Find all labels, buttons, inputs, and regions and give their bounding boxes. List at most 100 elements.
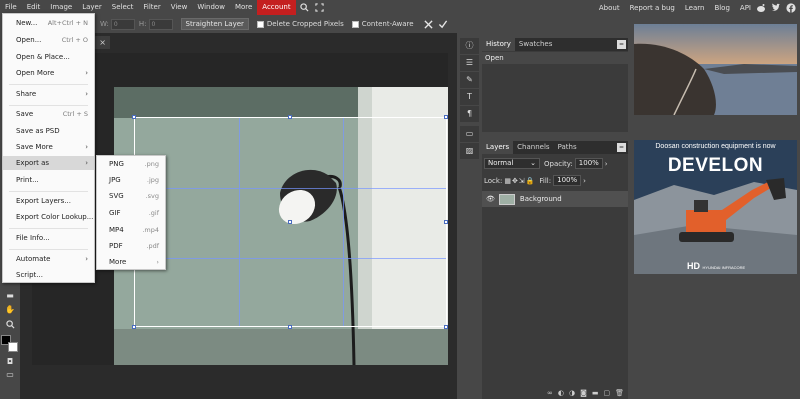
link-icon[interactable]: ∞ (547, 389, 553, 397)
menu-print[interactable]: Print... (3, 173, 94, 187)
collapse-panel-icon[interactable]: = (617, 40, 626, 49)
export-svg[interactable]: SVG .svg (97, 188, 165, 204)
crop-handle-bl[interactable] (132, 325, 136, 329)
straighten-layer-button[interactable]: Straighten Layer (180, 18, 249, 30)
menu-window[interactable]: Window (192, 0, 230, 15)
folder-icon[interactable]: ▬ (592, 389, 599, 397)
menu-more[interactable]: More (230, 0, 257, 15)
menu-export-as[interactable]: Export as › (3, 156, 94, 170)
api-link[interactable]: API (735, 4, 756, 12)
crop-handle-tl[interactable] (132, 115, 136, 119)
crop-handle-r[interactable] (444, 220, 448, 224)
image-icon[interactable]: ▨ (460, 143, 479, 159)
menu-share[interactable]: Share › (3, 87, 94, 101)
paragraph-icon[interactable]: ¶ (460, 106, 479, 122)
history-panel: History Swatches = Open (482, 38, 628, 132)
menu-open-more[interactable]: Open More › (3, 66, 94, 80)
cancel-crop-icon[interactable] (423, 19, 433, 29)
menu-account[interactable]: Account (257, 0, 296, 15)
learn-link[interactable]: Learn (680, 4, 710, 12)
menu-new[interactable]: New... Alt+Ctrl + N (3, 16, 94, 30)
content-aware-checkbox[interactable]: Content-Aware (351, 20, 414, 28)
hand-tool-icon[interactable]: ✋ (5, 305, 15, 315)
search-icon[interactable] (299, 3, 309, 12)
opacity-arrow-icon[interactable]: › (605, 160, 608, 168)
character-icon[interactable]: T (460, 89, 479, 105)
export-more[interactable]: More › (97, 254, 165, 270)
ad-banner-landscape[interactable] (634, 24, 797, 115)
menu-open-place[interactable]: Open & Place... (3, 50, 94, 64)
menu-filter[interactable]: Filter (138, 0, 165, 15)
quick-mask-icon[interactable]: ◘ (5, 357, 15, 367)
crop-handle-br[interactable] (444, 325, 448, 329)
twitter-icon[interactable] (771, 3, 781, 13)
fill-arrow-icon[interactable]: › (583, 177, 586, 185)
export-pdf[interactable]: PDF .pdf (97, 238, 165, 254)
trash-icon[interactable]: 🗑 (615, 389, 624, 397)
menu-export-color-lookup[interactable]: Export Color Lookup... (3, 210, 94, 224)
menu-select[interactable]: Select (107, 0, 139, 15)
export-mp4[interactable]: MP4 .mp4 (97, 222, 165, 238)
width-input[interactable]: 0 (110, 18, 135, 30)
menu-view[interactable]: View (166, 0, 193, 15)
collapse-panel-icon[interactable]: = (617, 143, 626, 152)
menu-file-info[interactable]: File Info... (3, 231, 94, 245)
tab-channels[interactable]: Channels (513, 141, 553, 154)
layer-row-background[interactable]: 👁 Background (482, 191, 628, 207)
grid-line-h1 (135, 188, 446, 189)
zoom-tool-icon[interactable] (5, 320, 15, 330)
menu-open-shortcut: Ctrl + O (61, 36, 88, 44)
brush-icon[interactable]: ✎ (460, 72, 479, 88)
crop-handle-b[interactable] (288, 325, 292, 329)
history-item-open[interactable]: Open (482, 52, 628, 64)
info-icon[interactable]: ⓘ (460, 38, 479, 54)
eye-icon[interactable]: 👁 (486, 195, 495, 203)
content-aware-box[interactable] (351, 20, 359, 28)
menu-open[interactable]: Open... Ctrl + O (3, 33, 94, 47)
report-bug-link[interactable]: Report a bug (625, 4, 680, 12)
crop-handle-c[interactable] (288, 220, 292, 224)
tab-paths[interactable]: Paths (554, 141, 581, 154)
lock-options-icon[interactable]: ▦✥⇲🔒 (504, 177, 535, 185)
export-png[interactable]: PNG .png (97, 156, 165, 172)
background-color-swatch[interactable] (8, 342, 18, 352)
commit-crop-icon[interactable] (438, 20, 448, 29)
ad-banner-develon[interactable]: Doosan construction equipment is now DEV… (634, 140, 797, 274)
menu-save-psd[interactable]: Save as PSD (3, 124, 94, 138)
menu-automate[interactable]: Automate › (3, 252, 94, 266)
tab-layers[interactable]: Layers (482, 141, 514, 154)
close-document-icon[interactable]: × (99, 36, 106, 49)
screen-mode-icon[interactable]: ▭ (5, 370, 15, 380)
fullscreen-icon[interactable] (314, 3, 324, 12)
fill-input[interactable]: 100% (553, 175, 582, 186)
eraser-tool-icon[interactable]: ▬ (5, 291, 15, 301)
facebook-icon[interactable] (786, 2, 796, 13)
blog-link[interactable]: Blog (709, 4, 734, 12)
new-layer-icon[interactable]: ▢ (603, 389, 610, 397)
adjust-icon[interactable]: ☰ (460, 55, 479, 71)
menu-save-more[interactable]: Save More › (3, 140, 94, 154)
delete-cropped-checkbox[interactable]: Delete Cropped Pixels (256, 20, 344, 28)
menu-export-layers[interactable]: Export Layers... (3, 194, 94, 208)
height-input[interactable]: 0 (148, 18, 173, 30)
export-gif[interactable]: GIF .gif (97, 205, 165, 221)
delete-cropped-box[interactable] (256, 20, 264, 28)
mask-icon[interactable]: ◙ (580, 389, 587, 397)
opacity-input[interactable]: 100% (574, 158, 603, 169)
export-jpg[interactable]: JPG .jpg (97, 172, 165, 188)
crop-handle-tr[interactable] (444, 115, 448, 119)
tab-history[interactable]: History (482, 38, 515, 51)
menu-script[interactable]: Script... (3, 268, 94, 282)
about-link[interactable]: About (594, 4, 625, 12)
fx-icon[interactable]: ◐ (558, 389, 564, 397)
reddit-icon[interactable] (756, 3, 766, 13)
tab-swatches[interactable]: Swatches (515, 38, 556, 51)
adjustment-icon[interactable]: ◑ (569, 389, 575, 397)
export-svg-label: SVG (109, 192, 124, 200)
panel-icon-column: ⓘ ☰ ✎ T ¶ ▭ ▨ (460, 38, 479, 160)
css-icon[interactable]: ▭ (460, 126, 479, 142)
blend-mode-select[interactable]: Normal ⌄ (484, 158, 540, 169)
crop-handle-t[interactable] (288, 115, 292, 119)
opacity-label: Opacity: (544, 159, 573, 168)
menu-save[interactable]: Save Ctrl + S (3, 107, 94, 121)
